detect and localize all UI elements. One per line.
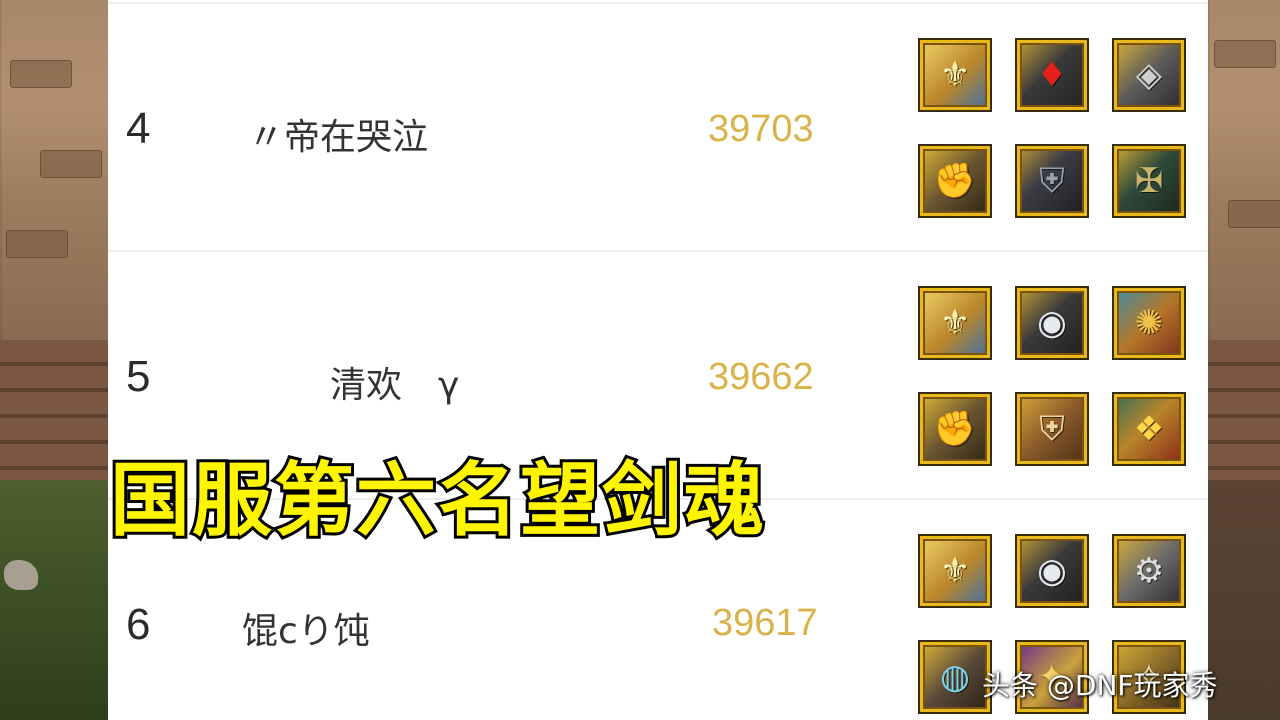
- background-rock: [4, 560, 38, 590]
- player-score: 39617: [712, 602, 818, 644]
- background-brick: [1228, 200, 1280, 228]
- gold-crest-icon[interactable]: ⚜: [918, 38, 992, 112]
- gold-gauntlet-icon[interactable]: ✊: [918, 144, 992, 218]
- rank-number: 4: [126, 104, 151, 153]
- player-score: 39703: [708, 108, 814, 150]
- gold-crest-icon[interactable]: ⚜: [918, 534, 992, 608]
- background-floor: [0, 340, 108, 480]
- background-brick: [40, 150, 102, 178]
- video-title-banner: 国服第六名望剑魂: [107, 451, 767, 550]
- equipment-grid: ⚜ ◉ ✺ ✊ ⛨ ❖: [918, 286, 1186, 466]
- leaderboard-panel: 4 〃帝在哭泣 39703 ⚜ ♦ ◈ ✊ ⛨ ✠ 5 清欢 γ 39662 ⚜…: [108, 0, 1208, 720]
- background-brick: [6, 230, 68, 258]
- dark-pendant-icon[interactable]: ◈: [1112, 38, 1186, 112]
- player-name: 清欢 γ: [330, 365, 460, 406]
- red-gem-bracelet-icon[interactable]: ♦: [1015, 38, 1089, 112]
- gold-gauntlet-icon[interactable]: ✊: [918, 392, 992, 466]
- equipment-grid: ⚜ ♦ ◈ ✊ ⛨ ✠: [918, 38, 1186, 218]
- metal-bracer-icon[interactable]: ◍: [918, 640, 992, 714]
- green-shoulder-icon[interactable]: ✠: [1112, 144, 1186, 218]
- watermark: 头条 @DNF玩家秀: [982, 669, 1218, 702]
- red-gold-belt-icon[interactable]: ❖: [1112, 392, 1186, 466]
- black-armor-icon[interactable]: ⛨: [1015, 144, 1089, 218]
- background-grass: [0, 480, 108, 720]
- rank-number: 5: [126, 352, 151, 401]
- background-brick: [1214, 40, 1276, 68]
- background-scene-left: [0, 0, 108, 720]
- leaderboard-row[interactable]: 4 〃帝在哭泣 39703 ⚜ ♦ ◈ ✊ ⛨ ✠: [108, 2, 1208, 252]
- player-name: 馄cり饨: [242, 611, 370, 652]
- brown-armor-icon[interactable]: ⛨: [1015, 392, 1089, 466]
- player-score: 39662: [708, 356, 814, 398]
- background-floor: [1208, 340, 1280, 480]
- background-scene-right: [1208, 0, 1280, 720]
- ornate-amulet-icon[interactable]: ✺: [1112, 286, 1186, 360]
- gold-crest-icon[interactable]: ⚜: [918, 286, 992, 360]
- silver-gem-ring-icon[interactable]: ◉: [1015, 534, 1089, 608]
- background-brick: [10, 60, 72, 88]
- rank-number: 6: [126, 600, 151, 649]
- silver-amulet-icon[interactable]: ⚙: [1112, 534, 1186, 608]
- player-name: 〃帝在哭泣: [248, 117, 429, 158]
- silver-gem-ring-icon[interactable]: ◉: [1015, 286, 1089, 360]
- background-ground: [1208, 480, 1280, 720]
